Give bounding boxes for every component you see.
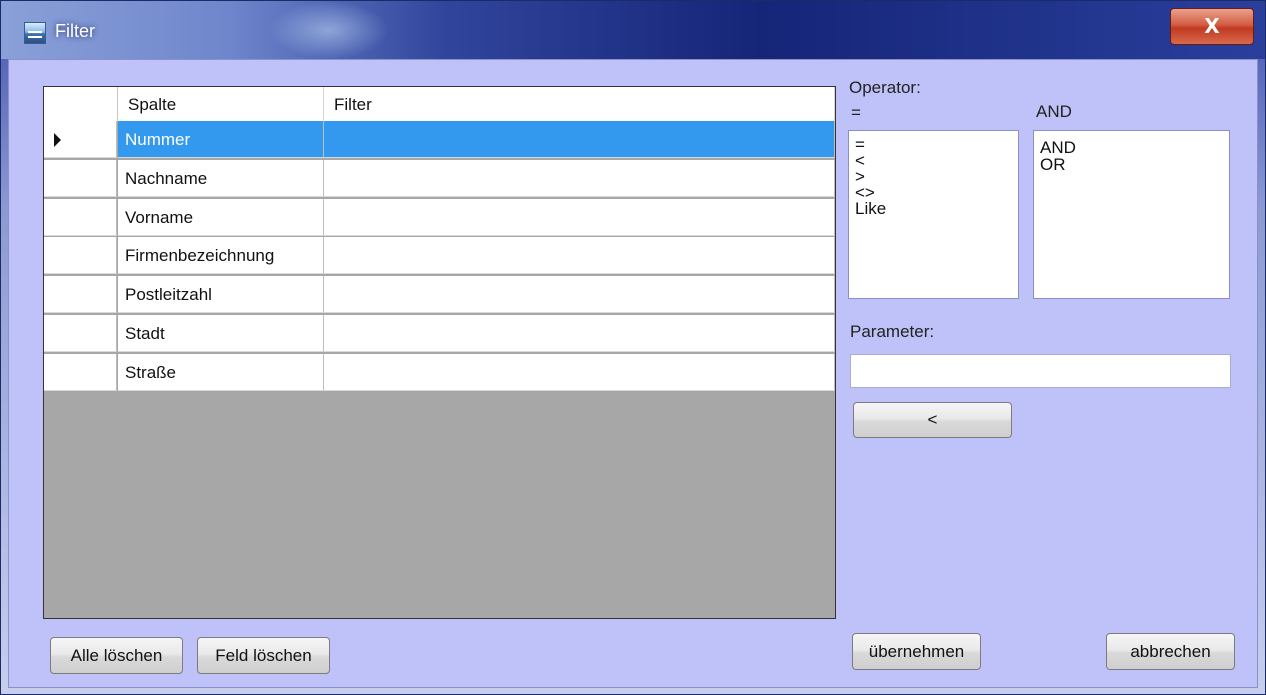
add-condition-button[interactable]: < — [853, 402, 1012, 438]
cell-filter[interactable] — [324, 237, 835, 275]
logic-listbox[interactable]: AND OR — [1033, 130, 1230, 299]
row-header[interactable] — [44, 159, 117, 197]
grid-header: Spalte Filter — [44, 87, 835, 122]
table-row[interactable]: Straße — [44, 353, 835, 391]
row-header[interactable] — [44, 237, 117, 275]
cell-spalte[interactable]: Stadt — [118, 315, 324, 352]
operator-option[interactable]: Like — [855, 200, 1012, 217]
table-row[interactable]: Nachname — [44, 159, 835, 197]
cell-filter[interactable] — [324, 353, 835, 391]
cell-filter[interactable] — [324, 159, 835, 197]
current-operator-value: = — [851, 103, 861, 122]
cell-filter[interactable] — [324, 276, 835, 314]
clear-all-button[interactable]: Alle löschen — [50, 637, 183, 674]
cell-spalte[interactable]: Nummer — [118, 121, 324, 158]
column-header-spalte[interactable]: Spalte — [118, 87, 324, 121]
filter-grid[interactable]: Spalte Filter Nummer Nachname Vorname Firme… — [43, 86, 836, 619]
current-row-arrow-icon — [54, 133, 61, 147]
operator-label: Operator: — [849, 78, 921, 97]
operator-option[interactable]: < — [855, 152, 1012, 169]
table-row[interactable]: Firmenbezeichnung — [44, 237, 835, 275]
title-bar[interactable]: Filter X — [1, 1, 1265, 59]
apply-button[interactable]: übernehmen — [852, 633, 981, 670]
cell-filter[interactable] — [324, 315, 835, 352]
dialog-client-area: Spalte Filter Nummer Nachname Vorname Firme… — [8, 59, 1258, 688]
table-row[interactable]: Stadt — [44, 315, 835, 352]
cell-spalte[interactable]: Nachname — [118, 159, 324, 197]
cancel-button[interactable]: abbrechen — [1106, 633, 1235, 670]
operator-option[interactable]: = — [855, 136, 1012, 153]
row-header[interactable] — [44, 315, 117, 352]
clear-field-button[interactable]: Feld löschen — [197, 637, 330, 674]
column-header-filter[interactable]: Filter — [324, 87, 835, 121]
cell-spalte[interactable]: Straße — [118, 353, 324, 391]
window-title: Filter — [55, 21, 95, 41]
current-logic-value: AND — [1036, 102, 1072, 121]
row-header[interactable] — [44, 353, 117, 391]
title-bar-glow — [269, 1, 389, 59]
parameter-label: Parameter: — [850, 322, 935, 341]
row-header[interactable] — [44, 198, 117, 236]
row-header[interactable] — [44, 276, 117, 314]
cell-spalte[interactable]: Firmenbezeichnung — [118, 237, 324, 275]
table-row[interactable]: Vorname — [44, 198, 835, 236]
cell-filter[interactable] — [324, 121, 835, 158]
cell-filter[interactable] — [324, 198, 835, 236]
cell-spalte[interactable]: Vorname — [118, 198, 324, 236]
parameter-input[interactable] — [850, 354, 1231, 388]
operator-option[interactable]: > — [855, 168, 1012, 185]
table-row[interactable]: Postleitzahl — [44, 276, 835, 314]
logic-option[interactable]: AND — [1040, 139, 1223, 156]
app-icon — [24, 22, 46, 44]
row-header[interactable] — [44, 121, 117, 158]
logic-option[interactable]: OR — [1040, 156, 1223, 173]
cell-spalte[interactable]: Postleitzahl — [118, 276, 324, 314]
filter-dialog: Filter X Spalte Filter Nummer Nachname Vor… — [0, 0, 1266, 695]
close-button[interactable]: X — [1170, 8, 1254, 45]
operator-listbox[interactable]: = < > <> Like — [848, 130, 1019, 299]
grid-corner-header — [44, 87, 118, 121]
table-row[interactable]: Nummer — [44, 121, 835, 158]
